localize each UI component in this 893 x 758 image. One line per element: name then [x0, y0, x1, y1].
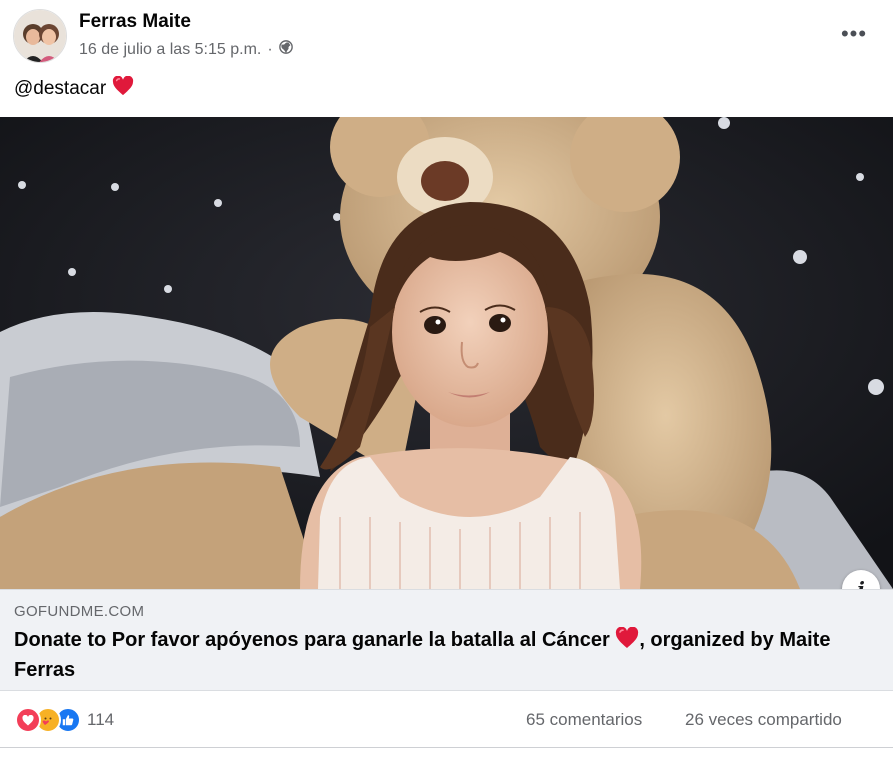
link-title[interactable]: Donate to Por favor apóyenos para ganarl… — [14, 626, 874, 684]
link-preview[interactable]: GOFUNDME.COM Donate to Por favor apóyeno… — [0, 589, 893, 691]
more-options-icon[interactable]: ••• — [836, 21, 872, 46]
globe-icon — [278, 40, 293, 59]
link-title-part1: Donate to Por favor apóyenos para ganarl… — [14, 629, 616, 651]
love-icon — [15, 707, 41, 733]
heart-icon — [615, 626, 639, 657]
link-preview-image[interactable] — [0, 117, 893, 589]
link-domain: GOFUNDME.COM — [14, 603, 145, 620]
post-date[interactable]: 16 de julio a las 5:15 p.m. — [79, 41, 261, 59]
heart-icon — [112, 75, 134, 102]
author-avatar[interactable] — [13, 9, 67, 63]
comments-count[interactable]: 65 comentarios — [526, 710, 642, 730]
reaction-count: 114 — [87, 710, 115, 729]
shares-count[interactable]: 26 veces compartido — [685, 710, 842, 730]
post-footer: 114 65 comentarios 26 veces compartido — [0, 691, 893, 748]
post-header: Ferras Maite 16 de julio a las 5:15 p.m.… — [0, 0, 893, 70]
child-teddy-photo — [0, 117, 893, 589]
reactions-summary[interactable]: 114 — [15, 707, 114, 733]
meta-separator: · — [267, 40, 273, 58]
author-name[interactable]: Ferras Maite — [79, 11, 191, 33]
post-caption: @destacar — [14, 75, 134, 102]
post-meta: 16 de julio a las 5:15 p.m. · — [79, 40, 293, 59]
caption-text: @destacar — [14, 78, 107, 99]
